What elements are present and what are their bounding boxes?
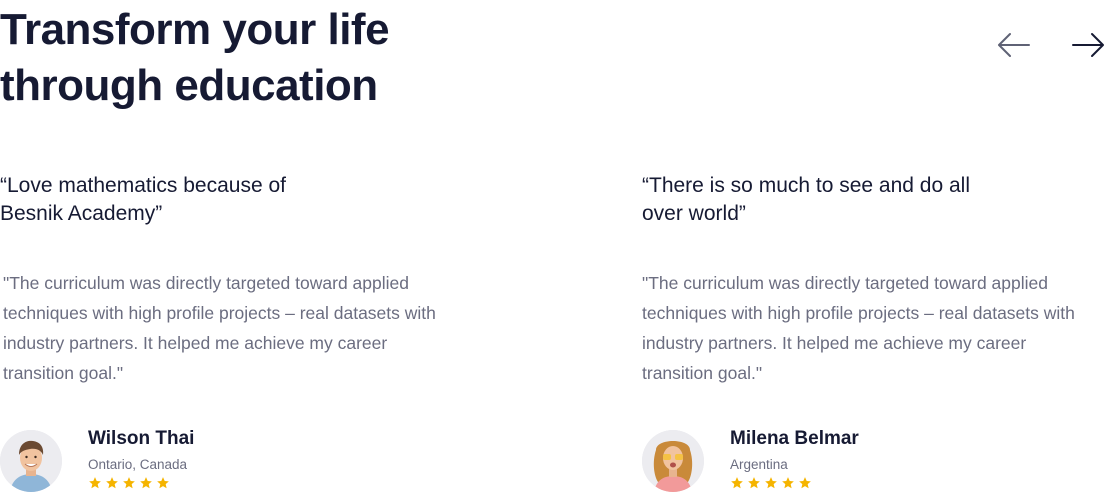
star-icon bbox=[782, 477, 794, 489]
next-button[interactable] bbox=[1070, 28, 1106, 62]
arrow-left-icon bbox=[998, 33, 1030, 57]
carousel-nav bbox=[996, 28, 1106, 62]
author-name: Wilson Thai bbox=[88, 428, 195, 449]
prev-button[interactable] bbox=[996, 28, 1032, 62]
star-icon bbox=[106, 477, 118, 489]
heading-line-2: through education bbox=[0, 61, 378, 110]
avatar-man-icon bbox=[0, 430, 62, 492]
author-location: Argentina bbox=[730, 457, 788, 472]
section-heading: Transform your life through education bbox=[0, 2, 390, 114]
avatar bbox=[642, 430, 704, 492]
avatar bbox=[0, 430, 62, 492]
testimonial-title: “There is so much to see and do all over… bbox=[642, 172, 1022, 228]
testimonial-card: “Love mathematics because of Besnik Acad… bbox=[0, 172, 460, 492]
testimonial-body: "The curriculum was directly targeted to… bbox=[642, 273, 1075, 383]
testimonial-body: "The curriculum was directly targeted to… bbox=[3, 273, 436, 383]
testimonial-title-line-1: “There is so much to see and do all bbox=[642, 174, 971, 197]
arrow-right-icon bbox=[1072, 33, 1104, 57]
star-icon bbox=[157, 477, 169, 489]
heading-line-1: Transform your life bbox=[0, 5, 390, 54]
testimonial-title-line-2: Besnik Academy” bbox=[0, 202, 163, 225]
star-icon bbox=[765, 477, 777, 489]
star-icon bbox=[799, 477, 811, 489]
star-rating bbox=[88, 476, 170, 490]
testimonial-author: Milena Belmar Argentina bbox=[642, 428, 1042, 494]
testimonial-author: Wilson Thai Ontario, Canada bbox=[0, 428, 400, 494]
author-location: Ontario, Canada bbox=[88, 457, 188, 472]
author-name: Milena Belmar bbox=[730, 428, 859, 449]
star-icon bbox=[89, 477, 101, 489]
testimonial-card: “There is so much to see and do all over… bbox=[642, 172, 1102, 492]
star-icon bbox=[140, 477, 152, 489]
testimonial-title: “Love mathematics because of Besnik Acad… bbox=[0, 172, 380, 228]
testimonial-title-line-2: over world” bbox=[642, 202, 746, 225]
testimonial-title-line-1: “Love mathematics because of bbox=[0, 174, 286, 197]
star-icon bbox=[731, 477, 743, 489]
star-icon bbox=[748, 477, 760, 489]
star-icon bbox=[123, 477, 135, 489]
avatar-woman-icon bbox=[642, 430, 704, 492]
star-rating bbox=[730, 476, 812, 490]
